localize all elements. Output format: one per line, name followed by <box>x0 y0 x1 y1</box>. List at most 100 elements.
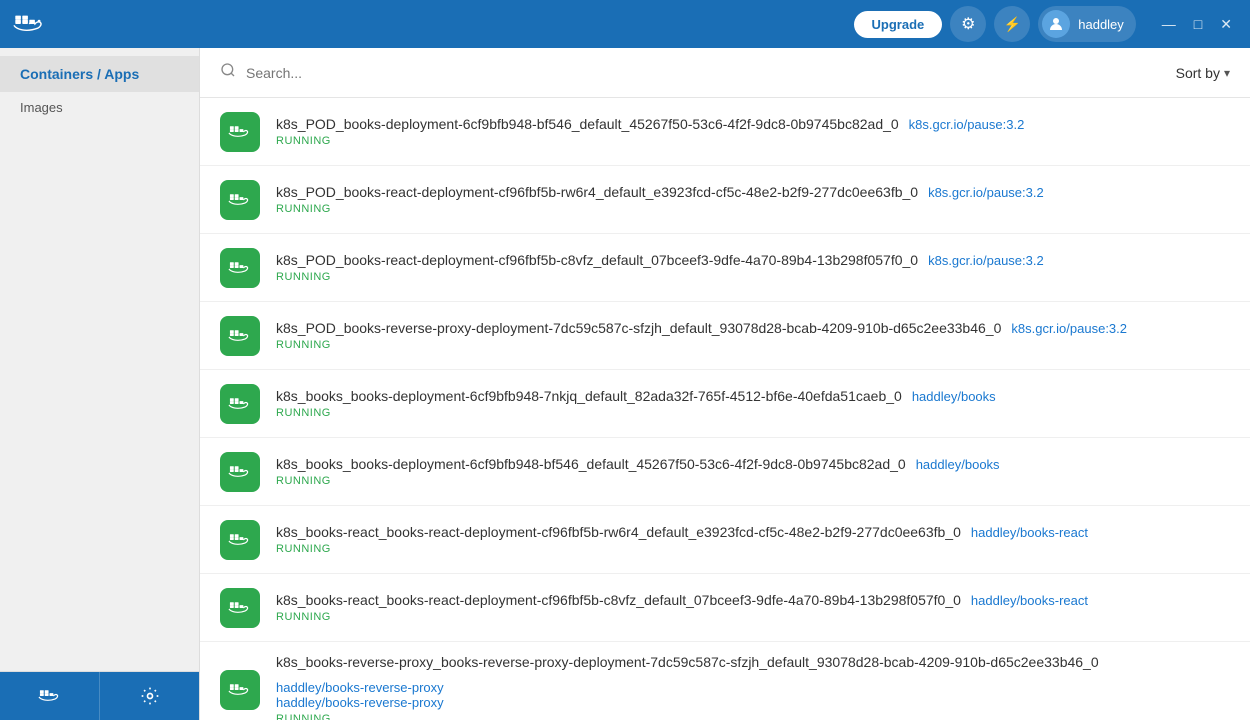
container-status-label: RUNNING <box>276 407 1230 419</box>
table-row[interactable]: k8s_POD_books-deployment-6cf9bfb948-bf54… <box>200 98 1250 166</box>
table-row[interactable]: k8s_POD_books-react-deployment-cf96fbf5b… <box>200 234 1250 302</box>
container-name: k8s_books-react_books-react-deployment-c… <box>276 524 961 540</box>
container-status-label: RUNNING <box>276 611 1230 623</box>
search-icon <box>220 62 236 83</box>
container-name: k8s_books-react_books-react-deployment-c… <box>276 592 961 608</box>
container-image-link[interactable]: haddley/books <box>916 457 1000 472</box>
container-status-icon <box>220 180 260 220</box>
container-info: k8s_POD_books-react-deployment-cf96fbf5b… <box>276 184 1230 215</box>
container-name: k8s_books_books-deployment-6cf9bfb948-7n… <box>276 388 902 404</box>
container-info: k8s_POD_books-deployment-6cf9bfb948-bf54… <box>276 116 1230 147</box>
settings-button[interactable]: ⚙ <box>950 6 986 42</box>
container-name: k8s_POD_books-react-deployment-cf96fbf5b… <box>276 252 918 268</box>
maximize-button[interactable]: □ <box>1188 14 1208 34</box>
sidebar-settings-button[interactable] <box>100 672 199 720</box>
container-name-row: k8s_books_books-deployment-6cf9bfb948-bf… <box>276 456 1230 472</box>
avatar <box>1042 10 1070 38</box>
search-wrap <box>220 62 1176 83</box>
table-row[interactable]: k8s_POD_books-reverse-proxy-deployment-7… <box>200 302 1250 370</box>
upgrade-button[interactable]: Upgrade <box>854 11 943 38</box>
container-name-row: k8s_POD_books-deployment-6cf9bfb948-bf54… <box>276 116 1230 132</box>
container-status-label: RUNNING <box>276 203 1230 215</box>
docker-bottom-icon <box>38 686 62 706</box>
docker-logo <box>12 10 48 38</box>
container-status-label: RUNNING <box>276 543 1230 555</box>
container-extra-link-row: haddley/books-reverse-proxy <box>276 695 1230 710</box>
main-layout: Containers / Apps Images <box>0 48 1250 720</box>
container-info: k8s_books-react_books-react-deployment-c… <box>276 592 1230 623</box>
window-controls: — □ ✕ <box>1156 14 1238 35</box>
container-image-link[interactable]: haddley/books <box>912 389 996 404</box>
table-row[interactable]: k8s_books_books-deployment-6cf9bfb948-7n… <box>200 370 1250 438</box>
container-image-link[interactable]: k8s.gcr.io/pause:3.2 <box>928 185 1044 200</box>
username-label: haddley <box>1078 17 1124 32</box>
container-extra-link[interactable]: haddley/books-reverse-proxy <box>276 695 444 710</box>
table-row[interactable]: k8s_books_books-deployment-6cf9bfb948-bf… <box>200 438 1250 506</box>
close-button[interactable]: ✕ <box>1214 14 1238 35</box>
minimize-button[interactable]: — <box>1156 14 1182 34</box>
container-name: k8s_POD_books-react-deployment-cf96fbf5b… <box>276 184 918 200</box>
container-name-row: k8s_books-reverse-proxy_books-reverse-pr… <box>276 654 1230 695</box>
search-input[interactable] <box>246 65 1176 81</box>
user-menu-button[interactable]: haddley <box>1038 6 1136 42</box>
titlebar: Upgrade ⚙ ⚡ haddley — □ ✕ <box>0 0 1250 48</box>
content-area: Sort by ▾ k8s_POD_books-deployment-6cf9b… <box>200 48 1250 720</box>
container-image-link[interactable]: haddley/books-react <box>971 593 1088 608</box>
container-image-link[interactable]: k8s.gcr.io/pause:3.2 <box>909 117 1025 132</box>
container-status-icon <box>220 248 260 288</box>
container-info: k8s_books-react_books-react-deployment-c… <box>276 524 1230 555</box>
container-image-link[interactable]: haddley/books-react <box>971 525 1088 540</box>
container-name-row: k8s_POD_books-reverse-proxy-deployment-7… <box>276 320 1230 336</box>
container-status-label: RUNNING <box>276 475 1230 487</box>
table-row[interactable]: k8s_books-react_books-react-deployment-c… <box>200 574 1250 642</box>
sidebar-item-containers[interactable]: Containers / Apps <box>0 56 199 92</box>
container-image-link[interactable]: haddley/books-reverse-proxy <box>276 680 444 695</box>
container-status-icon <box>220 316 260 356</box>
extensions-button[interactable]: ⚡ <box>994 6 1030 42</box>
settings-icon: ⚙ <box>961 14 975 34</box>
container-info: k8s_books_books-deployment-6cf9bfb948-bf… <box>276 456 1230 487</box>
sort-chevron-icon: ▾ <box>1224 66 1230 80</box>
container-name: k8s_POD_books-reverse-proxy-deployment-7… <box>276 320 1001 336</box>
table-row[interactable]: k8s_books-react_books-react-deployment-c… <box>200 506 1250 574</box>
sidebar: Containers / Apps Images <box>0 48 200 720</box>
sidebar-nav: Containers / Apps Images <box>0 48 199 671</box>
container-status-icon <box>220 452 260 492</box>
container-name-row: k8s_POD_books-react-deployment-cf96fbf5b… <box>276 184 1230 200</box>
container-status-icon <box>220 520 260 560</box>
docker-logo-icon <box>12 10 48 38</box>
container-status-label: RUNNING <box>276 339 1230 351</box>
container-name-row: k8s_books_books-deployment-6cf9bfb948-7n… <box>276 388 1230 404</box>
container-status-label: RUNNING <box>276 271 1230 283</box>
container-info: k8s_books_books-deployment-6cf9bfb948-7n… <box>276 388 1230 419</box>
container-image-link[interactable]: k8s.gcr.io/pause:3.2 <box>1011 321 1127 336</box>
table-row[interactable]: k8s_books-reverse-proxy_books-reverse-pr… <box>200 642 1250 720</box>
container-name-row: k8s_books-react_books-react-deployment-c… <box>276 524 1230 540</box>
table-row[interactable]: k8s_POD_books-react-deployment-cf96fbf5b… <box>200 166 1250 234</box>
container-info: k8s_POD_books-react-deployment-cf96fbf5b… <box>276 252 1230 283</box>
search-bar: Sort by ▾ <box>200 48 1250 98</box>
container-image-link[interactable]: k8s.gcr.io/pause:3.2 <box>928 253 1044 268</box>
container-list: k8s_POD_books-deployment-6cf9bfb948-bf54… <box>200 98 1250 720</box>
container-info: k8s_books-reverse-proxy_books-reverse-pr… <box>276 654 1230 720</box>
extensions-icon: ⚡ <box>1004 16 1021 33</box>
settings-gear-icon <box>140 686 160 706</box>
container-name-row: k8s_books-react_books-react-deployment-c… <box>276 592 1230 608</box>
container-name: k8s_POD_books-deployment-6cf9bfb948-bf54… <box>276 116 899 132</box>
container-info: k8s_POD_books-reverse-proxy-deployment-7… <box>276 320 1230 351</box>
container-status-icon <box>220 670 260 710</box>
container-status-label: RUNNING <box>276 135 1230 147</box>
container-status-icon <box>220 384 260 424</box>
sidebar-bottom <box>0 671 199 720</box>
titlebar-right: Upgrade ⚙ ⚡ haddley — □ ✕ <box>854 6 1238 42</box>
container-status-icon <box>220 112 260 152</box>
container-name-row: k8s_POD_books-react-deployment-cf96fbf5b… <box>276 252 1230 268</box>
container-name: k8s_books-reverse-proxy_books-reverse-pr… <box>276 654 1099 670</box>
container-status-icon <box>220 588 260 628</box>
container-name: k8s_books_books-deployment-6cf9bfb948-bf… <box>276 456 906 472</box>
titlebar-left <box>12 10 48 38</box>
sidebar-item-images[interactable]: Images <box>0 92 199 123</box>
sort-by-button[interactable]: Sort by ▾ <box>1176 65 1230 81</box>
sidebar-docker-button[interactable] <box>0 672 100 720</box>
container-status-label: RUNNING <box>276 713 1230 720</box>
